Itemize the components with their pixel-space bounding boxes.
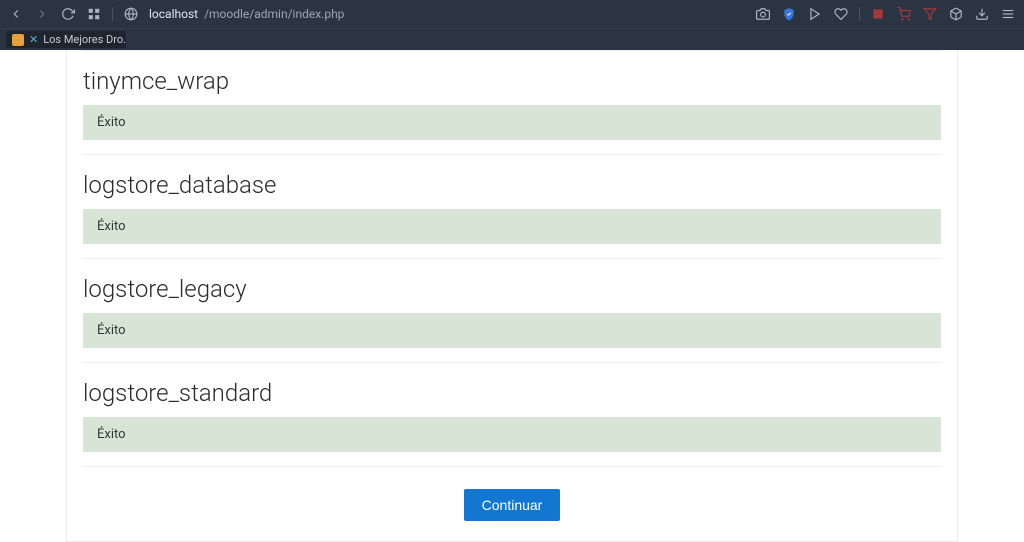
camera-icon[interactable] (755, 6, 771, 22)
globe-icon (123, 6, 139, 22)
install-section: logstore_database Éxito (83, 155, 941, 244)
address-bar[interactable]: localhost/moodle/admin/index.php (149, 7, 344, 21)
content-card: tinymce_wrap Éxito logstore_database Éxi… (66, 50, 958, 542)
forward-icon[interactable] (34, 6, 50, 22)
menu-icon[interactable] (1000, 6, 1016, 22)
download-icon[interactable] (974, 6, 990, 22)
apps-icon[interactable] (86, 6, 102, 22)
favicon-icon (12, 34, 24, 46)
section-title: logstore_standard (83, 379, 941, 407)
extension-cart-icon[interactable] (896, 6, 912, 22)
browser-toolbar: localhost/moodle/admin/index.php (0, 0, 1024, 28)
toolbar-divider (112, 7, 113, 21)
extension-filter-icon[interactable] (922, 6, 938, 22)
status-badge: Éxito (83, 105, 941, 140)
play-icon[interactable] (807, 6, 823, 22)
section-title: logstore_database (83, 171, 941, 199)
status-badge: Éxito (83, 313, 941, 348)
extension-blocker-icon[interactable] (870, 6, 886, 22)
heart-icon[interactable] (833, 6, 849, 22)
install-section: tinymce_wrap Éxito (83, 51, 941, 140)
button-row: Continuar (83, 467, 941, 521)
continue-button[interactable]: Continuar (464, 489, 561, 521)
reload-icon[interactable] (60, 6, 76, 22)
url-host: localhost (149, 7, 198, 21)
page-body: tinymce_wrap Éxito logstore_database Éxi… (0, 50, 1024, 542)
browser-tab[interactable]: ✕ Los Mejores Dro... (6, 31, 126, 48)
toolbar-right (755, 6, 1016, 22)
toolbar-left: localhost/moodle/admin/index.php (8, 6, 344, 22)
status-badge: Éxito (83, 417, 941, 452)
status-badge: Éxito (83, 209, 941, 244)
url-path: /moodle/admin/index.php (204, 7, 344, 21)
install-section: logstore_legacy Éxito (83, 259, 941, 348)
cube-icon[interactable] (948, 6, 964, 22)
back-icon[interactable] (8, 6, 24, 22)
section-title: logstore_legacy (83, 275, 941, 303)
section-title: tinymce_wrap (83, 67, 941, 95)
install-section: logstore_standard Éxito (83, 363, 941, 452)
tab-title: Los Mejores Dro... (43, 33, 126, 46)
shield-check-icon[interactable] (781, 6, 797, 22)
toolbar-divider (859, 7, 860, 21)
tab-strip: ✕ Los Mejores Dro... (0, 28, 1024, 50)
